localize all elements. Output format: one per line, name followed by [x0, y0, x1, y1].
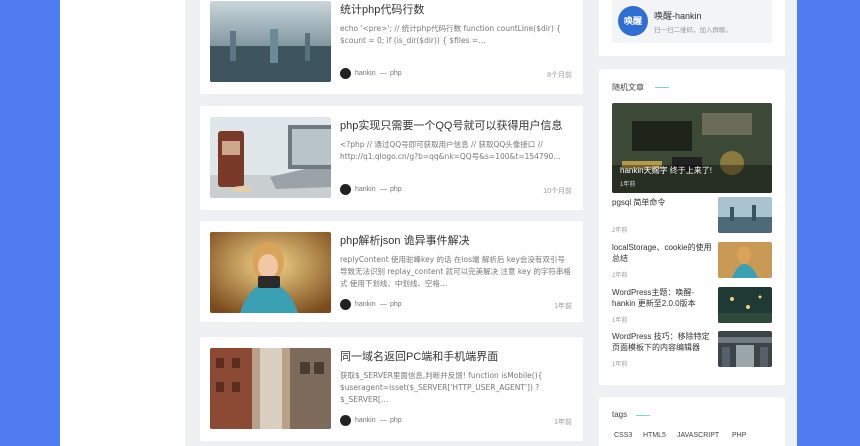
post-author[interactable]: hankin — [355, 70, 376, 77]
post-excerpt: 获取$_SERVER里面信息,判断并反馈! function isMobile(… — [340, 371, 543, 404]
author-avatar — [340, 68, 351, 79]
featured-date: 1年前 — [620, 182, 636, 188]
profile-name[interactable]: 唤醒-hankin — [654, 9, 702, 22]
post-meta: hankin — php 10个月前 — [340, 184, 572, 196]
article-date: 2年前 — [612, 273, 628, 279]
article-date: 2年前 — [612, 228, 628, 234]
post-card[interactable]: php解析json 诡异事件解决 replyContent 使用驼峰key 的话… — [200, 221, 583, 322]
post-excerpt: <?php // 通过QQ号即可获取用户信息 // 获取QQ头像接口 // ht… — [340, 140, 561, 161]
post-category[interactable]: php — [390, 70, 402, 77]
left-blank-column — [60, 0, 185, 446]
meta-separator: — — [380, 301, 387, 308]
post-time: 1年前 — [554, 419, 572, 426]
random-article-item[interactable]: pgsql 简单命令 2年前 — [612, 197, 772, 234]
article-title[interactable]: localStorage、cookie的使用总结 — [612, 242, 712, 264]
article-title[interactable]: WordPress主题：唤醒-hankin 更新至2.0.0版本 — [612, 287, 712, 309]
post-time: 1年前 — [554, 303, 572, 310]
post-excerpt: echo '<pre>'; // 统计php代码行数 function coun… — [340, 24, 561, 45]
tag-html5[interactable]: HTML5 — [641, 431, 668, 440]
meta-separator: — — [380, 417, 387, 424]
post-category[interactable]: php — [390, 417, 402, 424]
post-list: 统计php代码行数 echo '<pre>'; // 统计php代码行数 fun… — [200, 0, 583, 446]
post-excerpt: replyContent 使用驼峰key 的话 在ios端 解析后 key会没有… — [340, 255, 571, 288]
random-article-item[interactable]: WordPress 技巧：移除特定页面模板下的内容编辑器 1年前 — [612, 331, 772, 368]
article-date: 1年前 — [612, 318, 628, 324]
article-thumbnail[interactable] — [718, 287, 772, 323]
post-thumbnail[interactable] — [210, 117, 331, 198]
article-thumbnail[interactable] — [718, 242, 772, 278]
tags-widget: tags CSS3 HTML5 JAVASCRIPT PHP — [599, 397, 785, 446]
tag-css3[interactable]: CSS3 — [612, 431, 634, 440]
post-card[interactable]: 同一域名返回PC端和手机端界面 获取$_SERVER里面信息,判断并反馈! fu… — [200, 337, 583, 441]
author-avatar — [340, 415, 351, 426]
meta-separator: — — [380, 70, 387, 77]
page: 统计php代码行数 echo '<pre>'; // 统计php代码行数 fun… — [60, 0, 797, 446]
profile-widget: 唤醒 唤醒-hankin 扫一扫二维码，加入群聊。 — [599, 0, 785, 56]
random-article-item[interactable]: WordPress主题：唤醒-hankin 更新至2.0.0版本 1年前 — [612, 287, 772, 324]
post-author[interactable]: hankin — [355, 301, 376, 308]
post-meta: hankin — php 8个月前 — [340, 68, 572, 80]
profile-card[interactable]: 唤醒 唤醒-hankin 扫一扫二维码，加入群聊。 — [612, 0, 772, 43]
tag-php[interactable]: PHP — [730, 431, 748, 440]
post-author[interactable]: hankin — [355, 417, 376, 424]
post-meta: hankin — php 1年前 — [340, 299, 572, 311]
post-card[interactable]: 统计php代码行数 echo '<pre>'; // 统计php代码行数 fun… — [200, 0, 583, 94]
featured-article[interactable]: hankin天赐字 终于上来了! 1年前 — [612, 103, 772, 193]
article-title[interactable]: WordPress 技巧：移除特定页面模板下的内容编辑器 — [612, 331, 712, 353]
post-title[interactable]: php解析json 诡异事件解决 — [340, 232, 470, 248]
article-thumbnail[interactable] — [718, 331, 772, 367]
article-date: 1年前 — [612, 362, 628, 368]
tag-javascript[interactable]: JAVASCRIPT — [675, 431, 721, 440]
author-avatar — [340, 184, 351, 195]
post-author[interactable]: hankin — [355, 186, 376, 193]
random-articles-widget: 随机文章 hankin天赐字 终于上来了! 1年前 pgsql 简单命令 2年前… — [599, 69, 785, 385]
post-thumbnail[interactable] — [210, 348, 331, 429]
author-avatar — [340, 299, 351, 310]
meta-separator: — — [380, 186, 387, 193]
post-title[interactable]: php实现只需要一个QQ号就可以获得用户信息 — [340, 117, 562, 133]
profile-subtitle: 扫一扫二维码，加入群聊。 — [654, 27, 732, 34]
post-title[interactable]: 同一域名返回PC端和手机端界面 — [340, 348, 498, 364]
article-title[interactable]: pgsql 简单命令 — [612, 197, 712, 208]
article-thumbnail[interactable] — [718, 197, 772, 233]
post-category[interactable]: php — [390, 186, 402, 193]
widget-heading: tags — [612, 410, 628, 419]
widget-heading: 随机文章 — [612, 83, 644, 92]
post-card[interactable]: php实现只需要一个QQ号就可以获得用户信息 <?php // 通过QQ号即可获… — [200, 106, 583, 210]
featured-title[interactable]: hankin天赐字 终于上来了! — [620, 165, 712, 176]
heading-accent-line — [636, 415, 650, 416]
post-time: 10个月前 — [543, 188, 572, 195]
heading-accent-line — [655, 87, 669, 88]
random-article-item[interactable]: localStorage、cookie的使用总结 2年前 — [612, 242, 772, 279]
post-thumbnail[interactable] — [210, 1, 331, 82]
post-time: 8个月前 — [547, 72, 572, 79]
post-category[interactable]: php — [390, 301, 402, 308]
post-title[interactable]: 统计php代码行数 — [340, 1, 424, 17]
post-thumbnail[interactable] — [210, 232, 331, 313]
profile-logo[interactable]: 唤醒 — [618, 6, 648, 36]
post-meta: hankin — php 1年前 — [340, 415, 572, 427]
